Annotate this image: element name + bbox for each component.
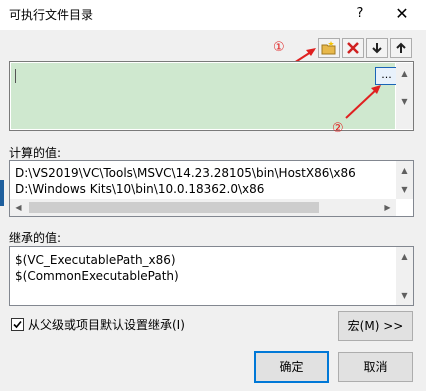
scroll-up-icon[interactable]: ▲ (396, 65, 413, 82)
help-button[interactable]: ? (348, 3, 372, 25)
macros-button[interactable]: 宏(M) >> (338, 311, 413, 341)
annotation-arrow-2-icon (345, 85, 381, 119)
scroll-right-icon[interactable]: ▶ (379, 199, 396, 216)
edit-line-field[interactable] (11, 63, 395, 129)
checkmark-icon (13, 320, 22, 329)
evaluated-vertical-scrollbar[interactable]: ▲ ▼ (396, 161, 413, 199)
scroll-up-icon[interactable]: ▲ (396, 248, 413, 265)
title-bar: 可执行文件目录 ? ✕ (0, 0, 426, 30)
scroll-down-icon[interactable]: ▼ (396, 181, 413, 198)
evaluated-values-list: D:\VS2019\VC\Tools\MSVC\14.23.28105\bin\… (9, 160, 414, 217)
window-title: 可执行文件目录 (9, 8, 94, 22)
arrow-up-icon (396, 42, 406, 53)
scroll-down-icon[interactable]: ▼ (396, 287, 413, 304)
scroll-down-icon[interactable]: ▼ (396, 93, 413, 110)
inherited-vertical-scrollbar[interactable]: ▲ ▼ (396, 247, 413, 305)
inherit-checkbox[interactable] (11, 318, 24, 331)
evaluated-horizontal-scrollbar[interactable]: ◀ ▶ (10, 199, 396, 216)
inherited-value-line: $(VC_ExecutablePath_x86) (15, 253, 176, 267)
evaluated-values-label: 计算的值: (9, 146, 62, 160)
move-down-button[interactable] (366, 38, 388, 58)
evaluated-value-line: D:\Windows Kits\10\bin\10.0.18362.0\x86 (15, 182, 265, 196)
arrow-down-icon (372, 43, 382, 54)
scroll-thumb[interactable] (29, 202, 319, 213)
edit-list-scrollbar[interactable]: ▲ ▼ (396, 63, 413, 129)
evaluated-value-line: D:\VS2019\VC\Tools\MSVC\14.23.28105\bin\… (15, 166, 356, 180)
text-caret (15, 69, 16, 83)
new-folder-icon (321, 41, 336, 55)
new-line-button[interactable] (318, 38, 340, 58)
ok-button[interactable]: 确定 (254, 351, 329, 383)
cancel-button[interactable]: 取消 (338, 352, 413, 382)
inherited-values-list: $(VC_ExecutablePath_x86) $(CommonExecuta… (9, 246, 414, 306)
close-button[interactable]: ✕ (384, 0, 420, 28)
scroll-left-icon[interactable]: ◀ (10, 199, 27, 216)
inherit-checkbox-label: 从父级或项目默认设置继承(I) (28, 318, 185, 332)
annotation-marker-2: ② (332, 121, 344, 136)
scroll-up-icon[interactable]: ▲ (396, 162, 413, 179)
move-up-button[interactable] (390, 38, 412, 58)
inherited-values-label: 继承的值: (9, 231, 62, 245)
inherited-value-line: $(CommonExecutablePath) (15, 269, 179, 283)
delete-x-icon (347, 42, 359, 54)
delete-button[interactable] (342, 38, 364, 58)
